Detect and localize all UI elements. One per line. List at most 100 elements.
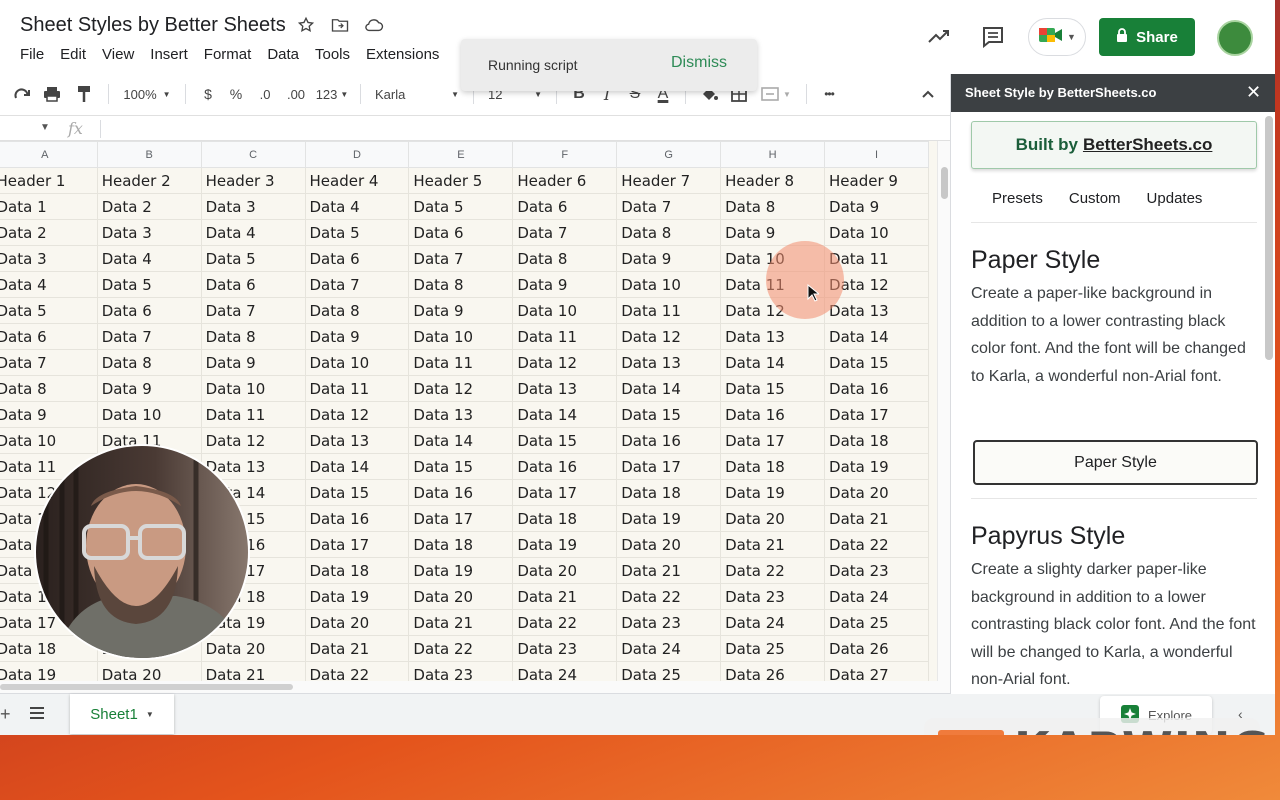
cell[interactable]: Data 25 (720, 635, 826, 662)
cell[interactable]: Data 17 (512, 479, 618, 506)
name-box-dropdown-icon[interactable]: ▼ (40, 122, 50, 133)
cell[interactable]: Data 10 (201, 375, 306, 402)
cell[interactable]: Data 22 (512, 609, 618, 636)
font-family-select[interactable]: Karla ▼ (369, 80, 465, 108)
cell[interactable]: Data 19 (720, 479, 826, 506)
cell[interactable]: Data 13 (512, 375, 618, 402)
cell[interactable]: Data 4 (0, 271, 98, 298)
cell[interactable]: Data 9 (0, 401, 98, 428)
cell[interactable]: Data 20 (305, 609, 410, 636)
cell[interactable]: Header 7 (616, 167, 722, 194)
cell[interactable]: Data 8 (720, 193, 826, 220)
cell[interactable]: Data 24 (512, 661, 618, 681)
cell[interactable]: Data 10 (616, 271, 722, 298)
cell[interactable]: Data 10 (824, 219, 929, 246)
cell[interactable]: Data 16 (720, 401, 826, 428)
more-formats-button[interactable]: 123 ▼ (312, 80, 352, 108)
cell[interactable]: Data 15 (512, 427, 618, 454)
horizontal-scrollbar[interactable] (0, 681, 950, 693)
tab-presets[interactable]: Presets (992, 190, 1043, 207)
cell[interactable]: Data 7 (97, 323, 202, 350)
cell[interactable]: Data 5 (305, 219, 410, 246)
cell[interactable]: Data 6 (512, 193, 618, 220)
cell[interactable]: Data 15 (616, 401, 722, 428)
cell[interactable]: Data 24 (720, 609, 826, 636)
redo-icon[interactable] (8, 80, 36, 108)
column-header-d[interactable]: D (304, 141, 410, 168)
tab-custom[interactable]: Custom (1069, 190, 1121, 207)
cloud-status-icon[interactable] (364, 14, 384, 36)
cell[interactable]: Data 8 (305, 297, 410, 324)
cell[interactable]: Data 5 (97, 271, 202, 298)
percent-format-button[interactable]: % (222, 80, 250, 108)
cell[interactable]: Data 13 (305, 427, 410, 454)
paper-style-button[interactable]: Paper Style (973, 440, 1258, 485)
cell[interactable]: Header 3 (201, 167, 306, 194)
cell[interactable]: Data 7 (512, 219, 618, 246)
column-header-h[interactable]: H (720, 141, 826, 168)
cell[interactable]: Data 19 (305, 583, 410, 610)
cell[interactable]: Data 21 (824, 505, 929, 532)
account-avatar[interactable] (1217, 20, 1253, 56)
cell[interactable]: Data 10 (0, 427, 98, 454)
cell[interactable]: Header 1 (0, 167, 98, 194)
cell[interactable]: Data 11 (305, 375, 410, 402)
cell[interactable]: Data 17 (720, 427, 826, 454)
cell[interactable]: Data 21 (512, 583, 618, 610)
merge-cells-icon[interactable]: ▼ (754, 80, 798, 108)
cell[interactable]: Data 14 (512, 401, 618, 428)
cell[interactable]: Data 19 (0, 661, 98, 681)
cell[interactable]: Data 7 (305, 271, 410, 298)
cell[interactable]: Header 9 (824, 167, 929, 194)
menu-view[interactable]: View (102, 46, 134, 63)
sheet-tab-sheet1[interactable]: Sheet1 ▼ (70, 694, 174, 734)
menu-insert[interactable]: Insert (150, 46, 188, 63)
built-by-banner[interactable]: Built by BetterSheets.co (971, 121, 1257, 169)
cell[interactable]: Data 7 (616, 193, 722, 220)
scroll-thumb[interactable] (941, 167, 948, 199)
cell[interactable]: Data 23 (408, 661, 514, 681)
cell[interactable]: Data 4 (97, 245, 202, 272)
cell[interactable]: Data 16 (512, 453, 618, 480)
cell[interactable]: Data 6 (97, 297, 202, 324)
cell[interactable]: Data 23 (720, 583, 826, 610)
cell[interactable]: Data 16 (408, 479, 514, 506)
column-header-c[interactable]: C (200, 141, 306, 168)
cell[interactable]: Data 18 (408, 531, 514, 558)
cell[interactable]: Data 13 (408, 401, 514, 428)
menu-tools[interactable]: Tools (315, 46, 350, 63)
cell[interactable]: Data 9 (408, 297, 514, 324)
cell[interactable]: Data 3 (0, 245, 98, 272)
cell[interactable]: Data 18 (512, 505, 618, 532)
cell[interactable]: Data 17 (305, 531, 410, 558)
cell[interactable]: Data 19 (616, 505, 722, 532)
cell[interactable]: Data 9 (305, 323, 410, 350)
cell[interactable]: Data 19 (824, 453, 929, 480)
cell[interactable]: Data 23 (616, 609, 722, 636)
cell[interactable]: Header 2 (97, 167, 202, 194)
collapse-toolbar-icon[interactable] (914, 80, 942, 108)
menu-file[interactable]: File (20, 46, 44, 63)
zoom-select[interactable]: 100% ▼ (117, 80, 177, 108)
menu-extensions[interactable]: Extensions (366, 46, 439, 63)
cell[interactable]: Data 24 (616, 635, 722, 662)
vertical-scrollbar[interactable] (937, 141, 950, 681)
cell[interactable]: Data 8 (0, 375, 98, 402)
cell[interactable]: Data 11 (616, 297, 722, 324)
column-header-i[interactable]: I (824, 141, 929, 168)
cell[interactable]: Data 4 (305, 193, 410, 220)
cell[interactable]: Data 22 (824, 531, 929, 558)
cell[interactable]: Data 7 (201, 297, 306, 324)
cell[interactable]: Data 16 (616, 427, 722, 454)
all-sheets-icon[interactable] (30, 706, 44, 724)
cell[interactable]: Data 12 (616, 323, 722, 350)
cell[interactable]: Data 22 (408, 635, 514, 662)
cell[interactable]: Data 3 (201, 193, 306, 220)
decrease-decimal-button[interactable]: .0 (250, 80, 280, 108)
cell[interactable]: Header 6 (512, 167, 618, 194)
cell[interactable]: Data 26 (824, 635, 929, 662)
cell[interactable]: Data 9 (824, 193, 929, 220)
menu-edit[interactable]: Edit (60, 46, 86, 63)
cell[interactable]: Data 8 (408, 271, 514, 298)
column-header-e[interactable]: E (408, 141, 514, 168)
